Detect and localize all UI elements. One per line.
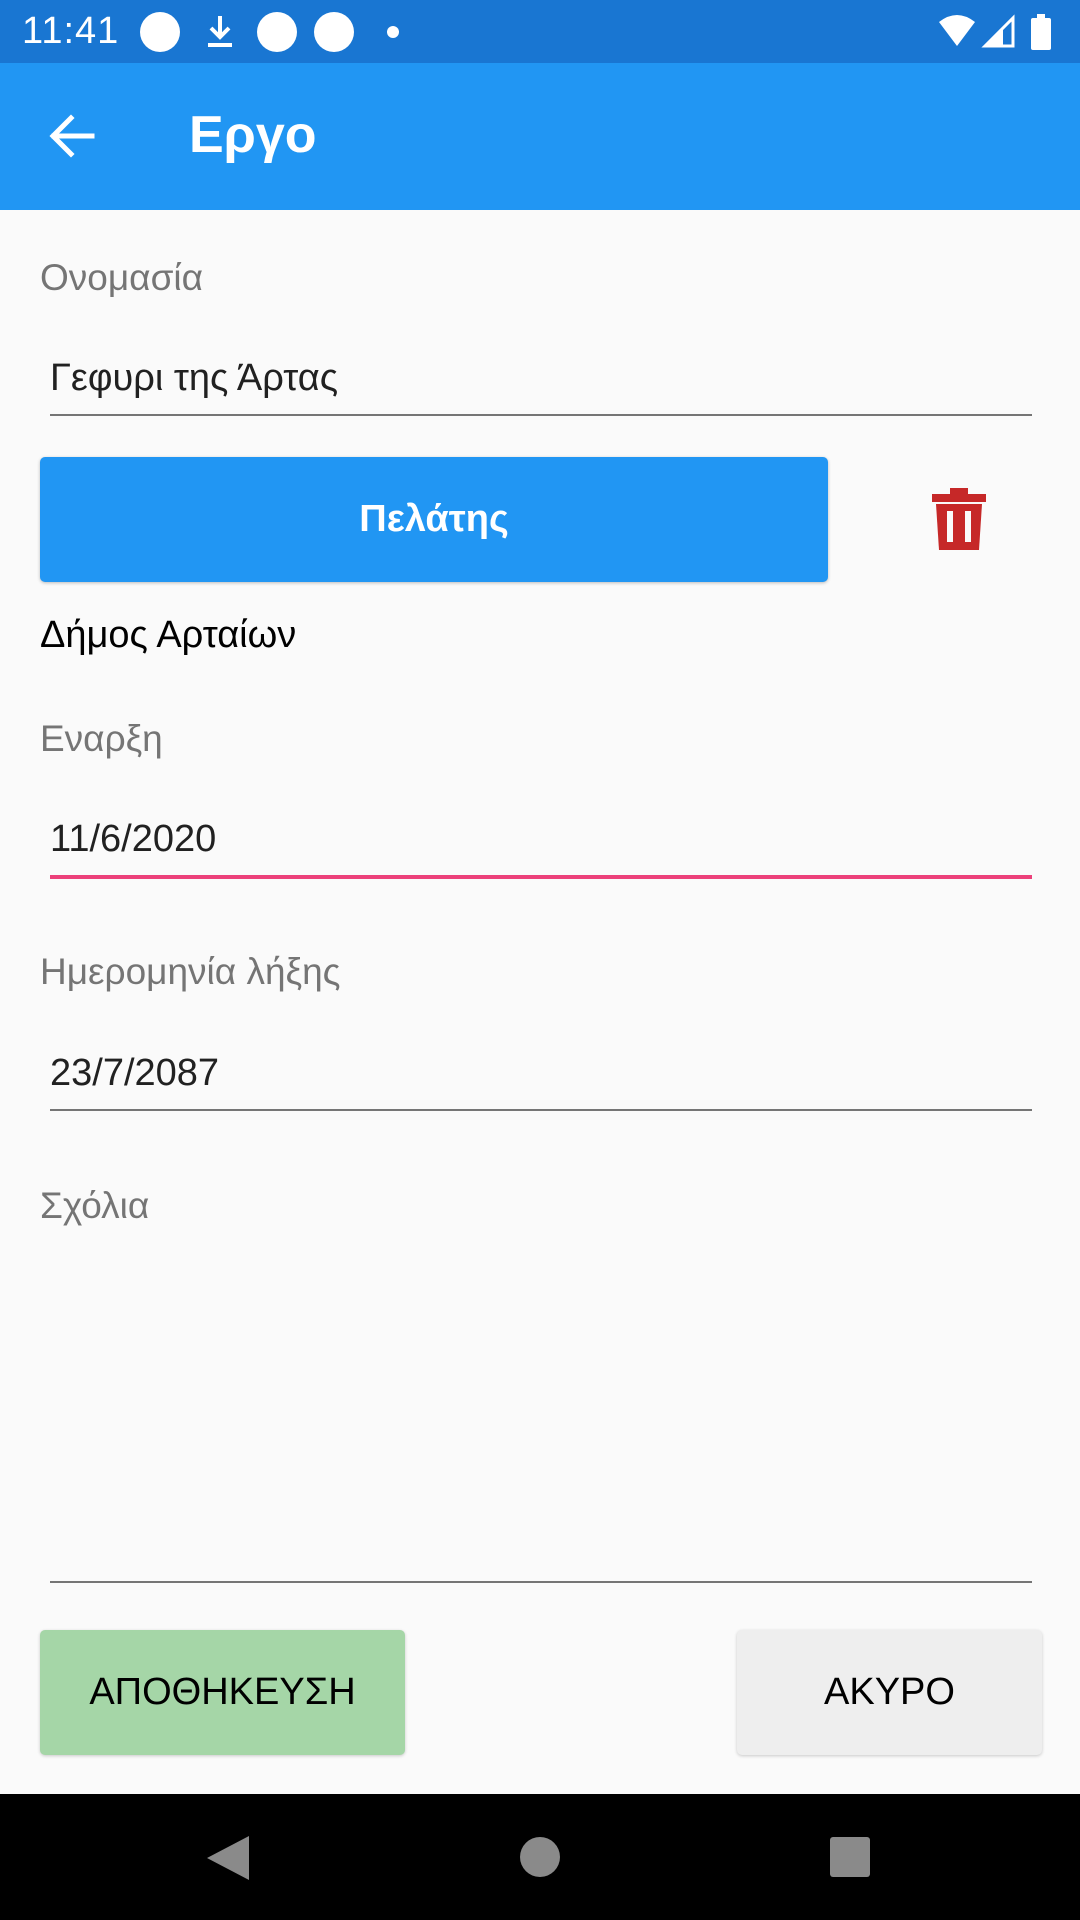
name-label: Ονομασία <box>40 257 204 298</box>
notification-dot-icon <box>314 12 354 52</box>
signal-icon <box>981 14 1015 48</box>
notes-label: Σχόλια <box>40 1185 150 1226</box>
navigation-bar <box>0 1794 1080 1920</box>
page-title: Εργο <box>189 106 317 164</box>
status-bar: 11:41 <box>0 0 1080 63</box>
notification-dot-icon <box>140 12 180 52</box>
wifi-icon <box>939 15 975 46</box>
customer-button[interactable]: Πελάτης <box>40 457 828 582</box>
end-date-field[interactable]: 23/7/2087 <box>50 1052 1032 1111</box>
app-bar: Εργο <box>0 63 1080 210</box>
download-icon <box>208 16 232 47</box>
battery-icon <box>1031 14 1051 50</box>
more-notifications-icon <box>387 26 399 38</box>
notes-field[interactable] <box>50 1245 1032 1583</box>
system-status-icons <box>939 14 1051 50</box>
trash-icon[interactable] <box>930 488 988 550</box>
start-date-field[interactable]: 11/6/2020 <box>50 818 1032 879</box>
customer-name: Δήμος Αρταίων <box>40 614 297 656</box>
name-field[interactable]: Γεφυρι της Άρτας <box>50 357 1032 416</box>
notification-dot-icon <box>257 12 297 52</box>
nav-back-icon[interactable] <box>205 1834 251 1882</box>
cancel-button[interactable]: ΑΚΥΡΟ <box>737 1630 1042 1755</box>
nav-home-icon[interactable] <box>520 1837 560 1877</box>
status-time: 11:41 <box>22 10 120 52</box>
end-date-label: Ημερομηνία λήξης <box>40 951 341 992</box>
nav-recents-icon[interactable] <box>830 1837 870 1877</box>
start-date-label: Εναρξη <box>40 718 163 759</box>
back-arrow-icon[interactable] <box>38 101 108 171</box>
save-button[interactable]: ΑΠΟΘΗΚΕΥΣΗ <box>40 1630 405 1755</box>
